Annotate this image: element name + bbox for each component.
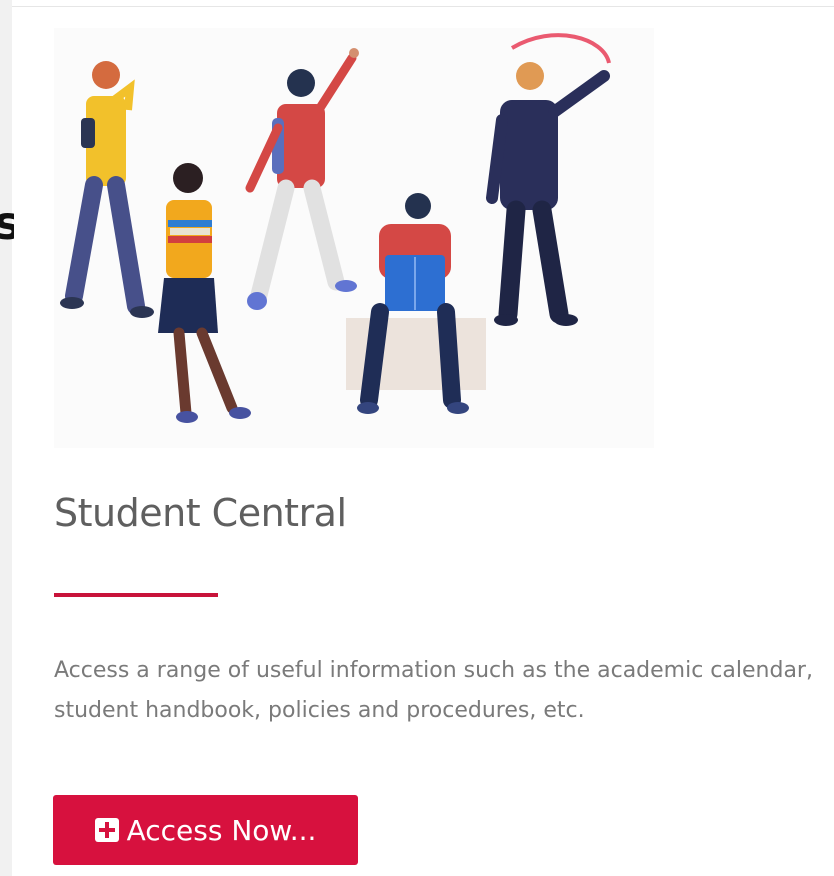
- card-title: Student Central: [54, 491, 347, 535]
- title-underline: [54, 593, 218, 597]
- students-illustration: [54, 28, 654, 448]
- plus-square-icon: [94, 818, 119, 842]
- access-now-button[interactable]: Access Now...: [53, 795, 358, 865]
- top-divider: [12, 6, 834, 7]
- left-page-edge: [0, 0, 12, 876]
- card-description: Access a range of useful information suc…: [54, 658, 813, 723]
- student-central-card: Student Central Access a range of useful…: [14, 8, 834, 876]
- access-now-label: Access Now...: [126, 813, 317, 847]
